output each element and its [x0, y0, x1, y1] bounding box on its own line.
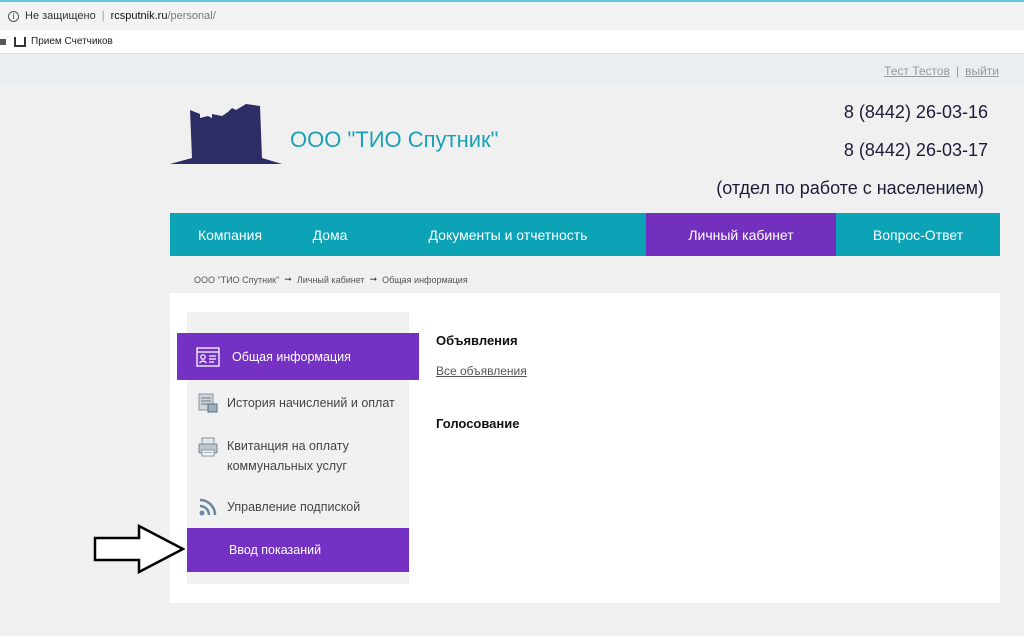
voting-title: Голосование [436, 416, 520, 431]
printer-icon [198, 437, 218, 457]
apps-icon[interactable] [0, 38, 6, 45]
breadcrumb-current: Общая информация [382, 274, 468, 285]
company-name: ООО "ТИО Спутник" [290, 127, 499, 152]
breadcrumb: ООО "ТИО Спутник" ➞ Личный кабинет ➞ Общ… [194, 274, 468, 285]
company-logo[interactable] [170, 102, 282, 164]
rss-icon [199, 498, 217, 516]
nav-item-documents[interactable]: Документы и отчетность [370, 213, 646, 256]
security-label: Не защищено [25, 10, 96, 22]
document-table-icon [198, 393, 218, 413]
sidebar-item-meter-readings[interactable]: Ввод показаний [187, 528, 409, 572]
all-announcements-link[interactable]: Все объявления [436, 364, 527, 378]
url-path[interactable]: /personal/ [167, 10, 215, 22]
phone-2: 8 (8442) 26-03-17 [843, 140, 988, 160]
main-nav: Компания Дома Документы и отчетность Лич… [170, 213, 1000, 256]
sidebar-item-subscription[interactable]: Управление подпиской [187, 496, 409, 518]
arrow-right-icon: ➞ [284, 274, 292, 284]
nav-item-faq[interactable]: Вопрос-Ответ [836, 213, 1000, 256]
sidebar-item-label: Квитанция на оплату коммунальных услуг [227, 439, 349, 473]
bookmark-priem-schetchikov[interactable]: Прием Счетчиков [31, 36, 113, 47]
topbar-separator: | [955, 63, 960, 78]
department-note: (отдел по работе с населением) [716, 178, 984, 198]
arrow-right-icon: ➞ [369, 274, 378, 284]
browser-address-bar[interactable]: i Не защищено | rcsputnik.ru /personal/ [0, 0, 1024, 30]
user-name-link[interactable]: Тест Тестов [884, 64, 950, 78]
sidebar-item-receipt[interactable]: Квитанция на оплату коммунальных услуг [187, 436, 409, 476]
phone-1: 8 (8442) 26-03-16 [843, 102, 988, 122]
sidebar-item-label: Ввод показаний [229, 543, 322, 557]
bookmarks-bar: Прием Счетчиков [0, 30, 1024, 54]
sidebar-item-label: История начислений и оплат [227, 396, 395, 410]
sidebar-item-general-info[interactable]: Общая информация [177, 333, 419, 380]
nav-item-houses[interactable]: Дома [290, 213, 370, 256]
announcements-title: Объявления [436, 333, 518, 348]
breadcrumb-home[interactable]: ООО "ТИО Спутник" [194, 275, 279, 285]
nav-item-company[interactable]: Компания [170, 213, 290, 256]
tray-icon [14, 36, 26, 47]
logout-link[interactable]: выйти [965, 64, 999, 78]
sidebar-item-label: Управление подпиской [227, 500, 361, 514]
id-card-icon [196, 346, 220, 367]
url-domain[interactable]: rcsputnik.ru [111, 10, 168, 22]
nav-item-personal-account[interactable]: Личный кабинет [646, 213, 836, 256]
sidebar-item-label: Общая информация [232, 349, 351, 364]
sidebar-item-history[interactable]: История начислений и оплат [187, 392, 409, 414]
address-separator: | [101, 10, 105, 22]
pointer-arrow-icon [93, 524, 185, 574]
breadcrumb-personal[interactable]: Личный кабинет [297, 275, 365, 285]
info-icon[interactable]: i [8, 10, 19, 22]
user-topbar: Тест Тестов | выйти [0, 55, 1024, 86]
